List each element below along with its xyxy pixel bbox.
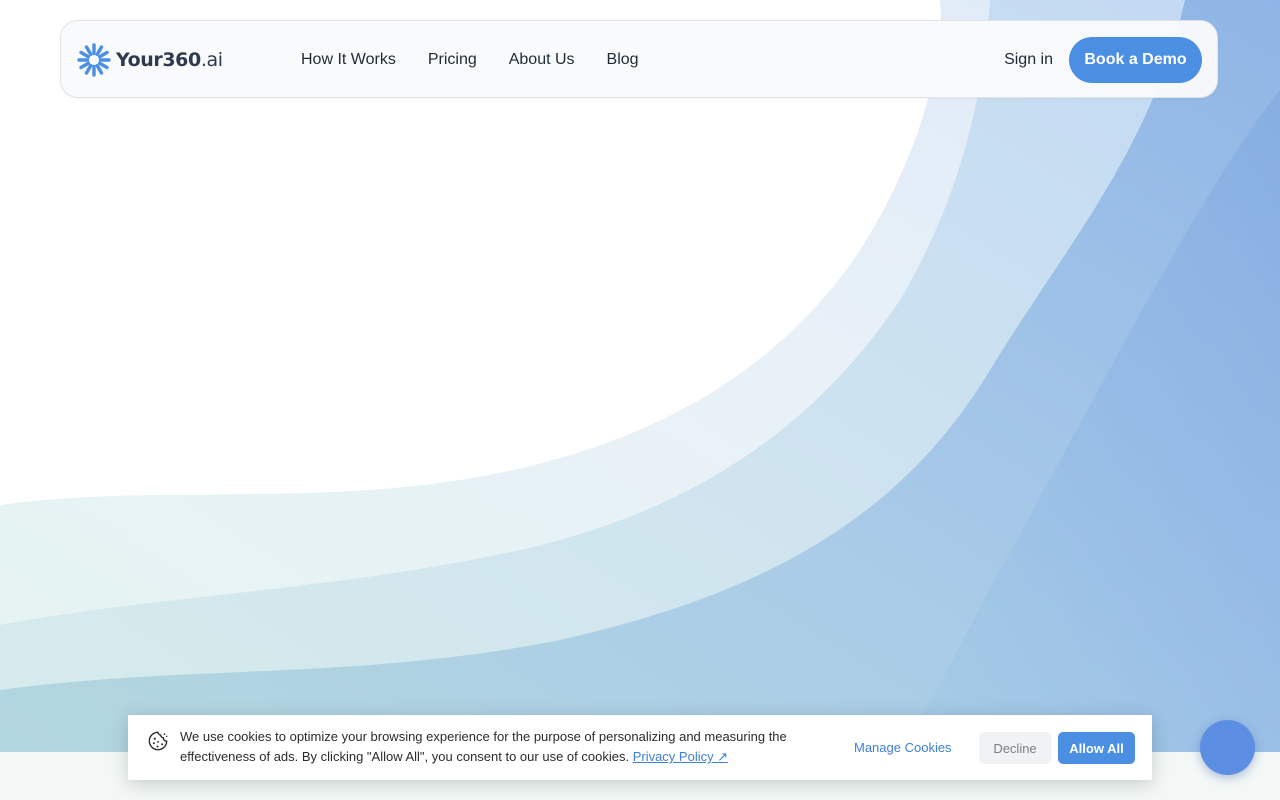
- nav-link-how-it-works[interactable]: How It Works: [301, 51, 396, 69]
- top-navbar: Your360.ai How It Works Pricing About Us…: [60, 20, 1218, 98]
- privacy-policy-link[interactable]: Privacy Policy ↗: [633, 749, 728, 764]
- sign-in-link[interactable]: Sign in: [1004, 21, 1053, 99]
- nav-link-blog[interactable]: Blog: [607, 51, 639, 69]
- nav-link-pricing[interactable]: Pricing: [428, 51, 477, 69]
- nav-links: How It Works Pricing About Us Blog: [301, 21, 671, 99]
- chat-widget-button[interactable]: [1200, 720, 1255, 775]
- book-demo-button[interactable]: Book a Demo: [1069, 37, 1202, 83]
- manage-cookies-button[interactable]: Manage Cookies: [854, 732, 952, 762]
- brand-name: Your360.ai: [116, 49, 223, 71]
- cookie-message: We use cookies to optimize your browsing…: [180, 727, 820, 767]
- burst-logo-icon: [77, 43, 111, 77]
- landing-page: Your360.ai How It Works Pricing About Us…: [0, 0, 1280, 800]
- brand-name-main: Your360: [116, 49, 201, 71]
- brand-name-suffix: .ai: [200, 49, 223, 71]
- cookie-icon: [148, 731, 168, 751]
- cookie-consent-banner: We use cookies to optimize your browsing…: [128, 715, 1152, 780]
- decline-cookies-button[interactable]: Decline: [979, 732, 1051, 764]
- allow-all-cookies-button[interactable]: Allow All: [1058, 732, 1135, 764]
- hero-background-waves: [0, 0, 1280, 800]
- brand-logo[interactable]: Your360.ai: [76, 42, 223, 78]
- nav-link-about-us[interactable]: About Us: [509, 51, 575, 69]
